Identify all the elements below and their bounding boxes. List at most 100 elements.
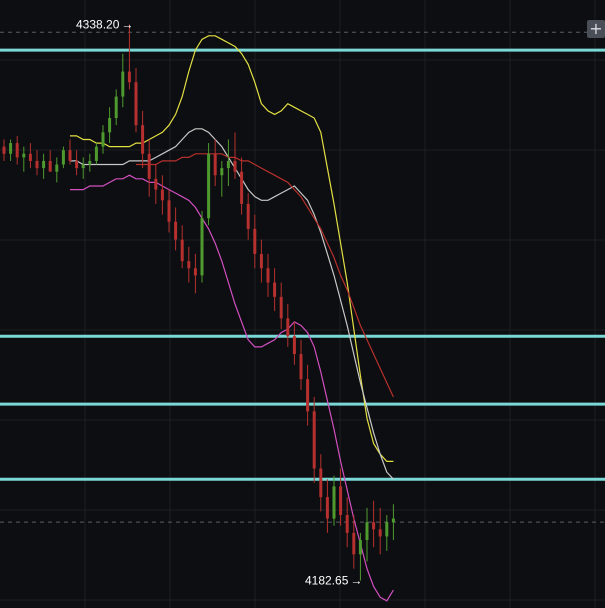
candle-body-54	[358, 540, 362, 555]
candle-8	[55, 157, 59, 183]
candle-body-39	[259, 253, 263, 269]
candle-18	[121, 53, 125, 108]
high-arrow-icon: →	[121, 17, 133, 31]
price-markers: 4338.20 → 4182.65 →	[76, 17, 362, 587]
candle-body-8	[55, 164, 59, 172]
candle-body-13	[88, 160, 92, 165]
candle-body-59	[391, 518, 395, 523]
candle-58	[385, 515, 389, 551]
candle-11	[75, 150, 79, 176]
candle-body-27	[180, 239, 184, 262]
candle-57	[378, 507, 382, 555]
candle-14	[94, 143, 98, 165]
candle-body-7	[48, 160, 52, 172]
candle-body-26	[174, 221, 178, 240]
candle-body-29	[193, 268, 197, 276]
candle-body-14	[94, 146, 98, 161]
candle-body-57	[378, 529, 382, 537]
candle-55	[365, 507, 369, 562]
candle-body-40	[266, 268, 270, 283]
candle-29	[193, 253, 197, 294]
candle-34	[226, 139, 230, 186]
candle-body-44	[292, 336, 296, 355]
add-plus-icon[interactable]: +	[587, 20, 605, 38]
candle-33	[220, 160, 224, 197]
candle-41	[273, 268, 277, 312]
candle-46	[306, 364, 310, 426]
candle-20	[134, 67, 138, 133]
candle-24	[160, 175, 164, 215]
horizontal-levels[interactable]	[0, 48, 605, 481]
price-chart[interactable]: 4338.20 → 4182.65 →	[0, 0, 605, 608]
candle-26	[174, 207, 178, 251]
candle-body-5	[35, 160, 39, 169]
candle-body-18	[121, 71, 125, 97]
candle-body-4	[28, 153, 32, 161]
bollinger-bands	[70, 35, 394, 602]
candle-43	[286, 304, 290, 347]
candle-38	[253, 214, 257, 269]
candle-body-0	[2, 146, 6, 154]
candle-body-20	[134, 82, 138, 126]
candle-body-17	[114, 96, 118, 119]
low-price-label: 4182.65	[305, 574, 349, 588]
candle-21	[141, 110, 145, 169]
candle-body-50	[332, 486, 336, 519]
candle-17	[114, 89, 118, 126]
candle-body-55	[365, 522, 369, 541]
candle-body-24	[160, 189, 164, 201]
candle-27	[180, 225, 184, 269]
candle-36	[240, 157, 244, 215]
candle-39	[259, 239, 263, 283]
candle-15	[101, 125, 105, 154]
candle-22	[147, 139, 151, 197]
chart-grid	[0, 0, 605, 608]
candle-28	[187, 246, 191, 283]
candle-body-45	[299, 354, 303, 380]
candle-body-2	[15, 143, 19, 158]
candle-body-30	[200, 218, 204, 276]
candle-body-9	[61, 150, 65, 165]
candle-37	[246, 193, 250, 240]
candle-body-41	[273, 282, 277, 297]
candle-body-23	[154, 178, 158, 190]
candle-body-46	[306, 379, 310, 412]
low-arrow-icon: →	[350, 574, 362, 588]
candle-56	[372, 500, 376, 548]
candle-16	[108, 107, 112, 144]
candle-44	[292, 321, 296, 365]
candle-body-1	[9, 143, 13, 154]
candle-body-6	[42, 160, 46, 169]
candle-body-21	[141, 125, 145, 154]
candle-31	[207, 143, 211, 226]
bollinger-upper-line	[70, 35, 394, 462]
bollinger-mid-line	[70, 128, 394, 480]
candle-1	[9, 139, 13, 161]
candle-42	[279, 282, 283, 330]
candle-6	[42, 153, 46, 179]
candle-40	[266, 253, 270, 297]
candle-35	[233, 132, 237, 179]
candle-body-58	[385, 522, 389, 537]
candle-body-31	[207, 153, 211, 219]
candle-body-42	[279, 296, 283, 319]
candle-body-33	[220, 168, 224, 176]
candle-body-3	[22, 153, 26, 158]
candle-body-52	[345, 515, 349, 533]
candle-body-49	[325, 497, 329, 519]
candle-body-12	[81, 164, 85, 169]
candle-body-25	[167, 200, 171, 222]
candle-body-43	[286, 318, 290, 337]
candle-48	[319, 454, 323, 512]
candle-body-48	[319, 468, 323, 498]
candle-body-19	[127, 71, 131, 83]
candle-23	[154, 164, 158, 204]
candle-50	[332, 475, 336, 526]
candle-body-15	[101, 132, 105, 147]
candle-body-47	[312, 411, 316, 469]
candle-body-37	[246, 203, 250, 229]
high-price-label: 4338.20	[76, 17, 120, 31]
candle-13	[88, 153, 92, 172]
candle-body-22	[147, 153, 151, 179]
candle-7	[48, 150, 52, 172]
